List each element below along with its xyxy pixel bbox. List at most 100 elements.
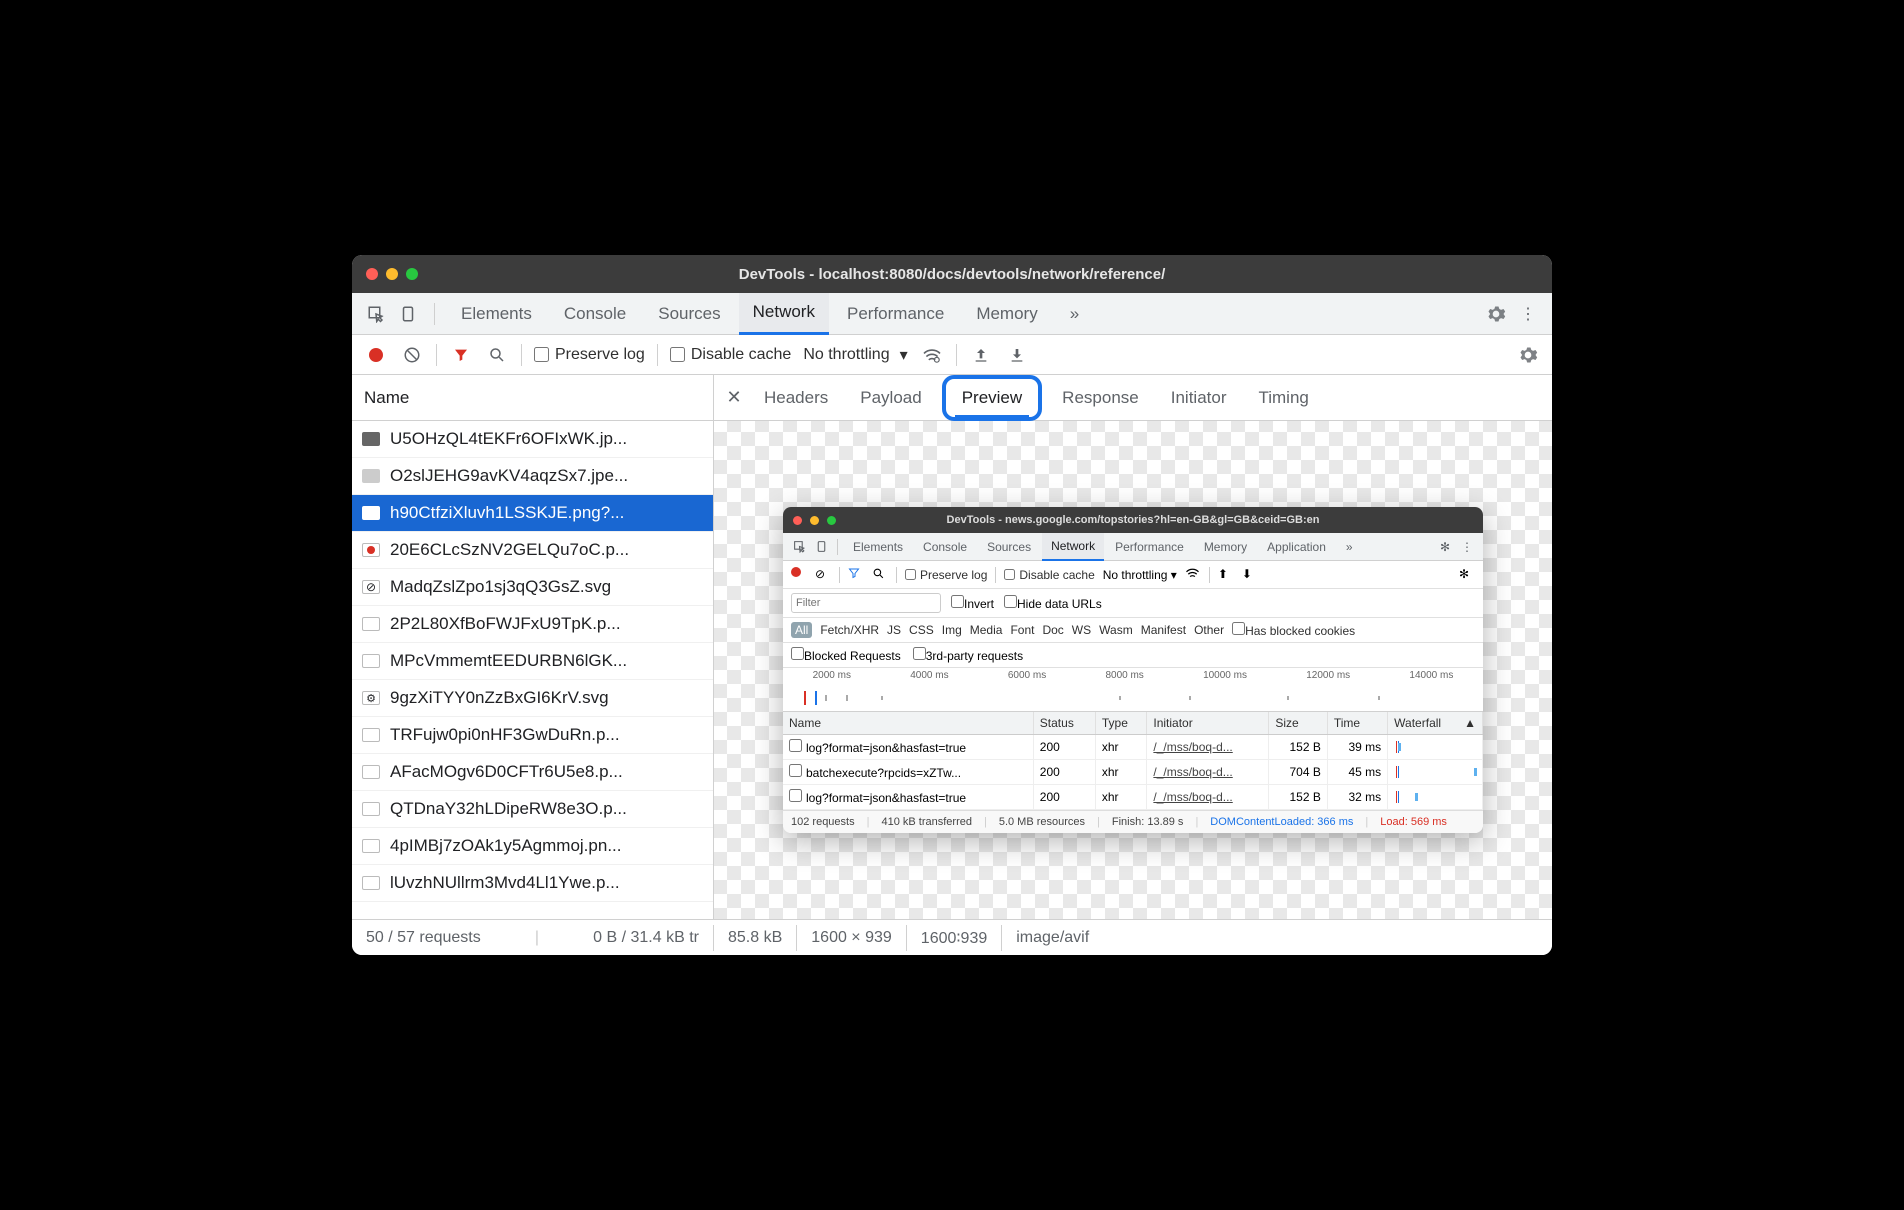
inner-cell: 152 B — [1269, 735, 1328, 760]
inner-download-har-icon: ⬇ — [1242, 567, 1258, 583]
file-type-icon — [362, 802, 380, 816]
inner-blocked-requests-label: Blocked Requests — [804, 649, 901, 663]
preview-area: DevTools - news.google.com/topstories?hl… — [714, 421, 1552, 919]
search-icon[interactable] — [485, 343, 509, 367]
more-tabs-button[interactable]: » — [1056, 293, 1093, 335]
throttling-select[interactable]: No throttling ▾ — [803, 345, 907, 365]
request-row[interactable]: U5OHzQL4tEKFr6OFIxWK.jp... — [352, 421, 713, 458]
timeline-tick: 2000 ms — [813, 670, 851, 681]
record-button[interactable] — [364, 343, 388, 367]
devtools-window: DevTools - localhost:8080/docs/devtools/… — [352, 255, 1552, 955]
inner-cell: log?format=json&hasfast=true — [783, 785, 1033, 810]
detail-tab-timing[interactable]: Timing — [1242, 375, 1324, 421]
inner-cell: xhr — [1095, 735, 1147, 760]
inner-type-filter: Other — [1194, 623, 1224, 637]
request-name: 2P2L80XfBoFWJFxU9TpK.p... — [390, 614, 621, 634]
tab-memory[interactable]: Memory — [962, 293, 1051, 335]
inner-throttling-select: No throttling ▾ — [1103, 568, 1177, 582]
inner-more-menu-icon: ⋮ — [1457, 537, 1477, 557]
inner-settings-icon: ✻ — [1435, 537, 1455, 557]
clear-button[interactable] — [400, 343, 424, 367]
detail-tab-preview[interactable]: Preview — [942, 375, 1042, 421]
inner-has-blocked-cookies-checkbox: Has blocked cookies — [1232, 622, 1355, 638]
separator — [657, 344, 658, 366]
inner-tab-console: Console — [914, 533, 976, 561]
inner-type-filter: Img — [942, 623, 962, 637]
tab-elements[interactable]: Elements — [447, 293, 546, 335]
disable-cache-checkbox[interactable]: Disable cache — [670, 346, 792, 364]
inner-tab-memory: Memory — [1195, 533, 1256, 561]
timeline-tick: 4000 ms — [910, 670, 948, 681]
request-row[interactable]: AFacMOgv6D0CFTr6U5e8.p... — [352, 754, 713, 791]
request-name: lUvzhNUllrm3Mvd4Ll1Ywe.p... — [390, 873, 620, 893]
inner-traffic-lights — [793, 516, 836, 525]
device-toggle-icon[interactable] — [394, 300, 422, 328]
download-har-icon[interactable] — [1005, 343, 1029, 367]
inner-minimize-button — [810, 516, 819, 525]
separator — [521, 344, 522, 366]
window-title: DevTools - localhost:8080/docs/devtools/… — [352, 266, 1552, 283]
inner-filter-icon — [848, 567, 864, 583]
request-row[interactable]: 4pIMBj7zOAk1y5Agmmoj.pn... — [352, 828, 713, 865]
request-row[interactable]: 2P2L80XfBoFWJFxU9TpK.p... — [352, 606, 713, 643]
request-row[interactable]: 9gzXiTYY0nZzBxGI6KrV.svg — [352, 680, 713, 717]
inner-cell: /_/mss/boq-d... — [1147, 735, 1269, 760]
name-column-header[interactable]: Name — [352, 375, 713, 421]
minimize-window-button[interactable] — [386, 268, 398, 280]
request-name: U5OHzQL4tEKFr6OFIxWK.jp... — [390, 429, 627, 449]
status-bar: 50 / 57 requests | 0 B / 31.4 kB tr 85.8… — [352, 919, 1552, 955]
detail-tab-payload[interactable]: Payload — [844, 375, 937, 421]
request-row[interactable]: QTDnaY32hLDipeRW8e3O.p... — [352, 791, 713, 828]
network-toolbar: Preserve log Disable cache No throttling… — [352, 335, 1552, 375]
file-type-icon — [362, 765, 380, 779]
tab-console[interactable]: Console — [550, 293, 640, 335]
timeline-tick: 8000 ms — [1105, 670, 1143, 681]
inner-column-header: Waterfall ▲ — [1388, 712, 1483, 735]
detail-tab-initiator[interactable]: Initiator — [1155, 375, 1243, 421]
inner-type-filter: Fetch/XHR — [820, 623, 879, 637]
inspect-element-icon[interactable] — [362, 300, 390, 328]
detail-tab-headers[interactable]: Headers — [748, 375, 844, 421]
request-row[interactable]: O2slJEHG9avKV4aqzSx7.jpe... — [352, 458, 713, 495]
network-conditions-icon[interactable] — [920, 343, 944, 367]
request-row[interactable]: lUvzhNUllrm3Mvd4Ll1Ywe.p... — [352, 865, 713, 902]
separator — [995, 567, 996, 583]
inner-type-filter: All — [791, 622, 812, 638]
inner-clear-button: ⊘ — [815, 567, 831, 583]
preserve-log-checkbox[interactable]: Preserve log — [534, 346, 645, 364]
tab-performance[interactable]: Performance — [833, 293, 958, 335]
request-row[interactable]: 20E6CLcSzNV2GELQu7oC.p... — [352, 532, 713, 569]
request-row[interactable]: TRFujw0pi0nHF3GwDuRn.p... — [352, 717, 713, 754]
tab-sources[interactable]: Sources — [644, 293, 734, 335]
file-type-icon — [362, 469, 380, 483]
maximize-window-button[interactable] — [406, 268, 418, 280]
more-menu-icon[interactable]: ⋮ — [1514, 300, 1542, 328]
inner-tab-network: Network — [1042, 533, 1104, 561]
request-row[interactable]: ⊘MadqZslZpo1sj3qQ3GsZ.svg — [352, 569, 713, 606]
detail-tab-response[interactable]: Response — [1046, 375, 1155, 421]
request-row[interactable]: MPcVmmemtEEDURBN6lGK... — [352, 643, 713, 680]
chevron-down-icon: ▾ — [900, 345, 908, 365]
inner-search-icon — [872, 567, 888, 583]
inner-status-dcl: DOMContentLoaded: 366 ms — [1210, 816, 1353, 828]
file-type-icon: ⊘ — [362, 580, 380, 594]
request-row[interactable]: h90CtfziXluvh1LSSKJE.png?... — [352, 495, 713, 532]
inner-type-filters: AllFetch/XHRJSCSSImgMediaFontDocWSWasmMa… — [783, 618, 1483, 643]
content-area: Name U5OHzQL4tEKFr6OFIxWK.jp... O2slJEHG9… — [352, 375, 1552, 919]
inner-type-filter: WS — [1072, 623, 1091, 637]
request-name: TRFujw0pi0nHF3GwDuRn.p... — [390, 725, 620, 745]
close-detail-icon[interactable]: ✕ — [720, 387, 748, 408]
close-window-button[interactable] — [366, 268, 378, 280]
inner-status-bar: 102 requests | 410 kB transferred | 5.0 … — [783, 810, 1483, 833]
inner-titlebar: DevTools - news.google.com/topstories?hl… — [783, 507, 1483, 533]
settings-icon[interactable] — [1482, 300, 1510, 328]
inner-column-header: Type — [1095, 712, 1147, 735]
tab-network[interactable]: Network — [739, 293, 829, 335]
inner-network-conditions-icon — [1185, 567, 1201, 583]
filter-icon[interactable] — [449, 343, 473, 367]
file-type-icon — [362, 506, 380, 520]
inner-column-header: Initiator — [1147, 712, 1269, 735]
timeline-tick: 10000 ms — [1203, 670, 1247, 681]
network-settings-icon[interactable] — [1516, 343, 1540, 367]
upload-har-icon[interactable] — [969, 343, 993, 367]
